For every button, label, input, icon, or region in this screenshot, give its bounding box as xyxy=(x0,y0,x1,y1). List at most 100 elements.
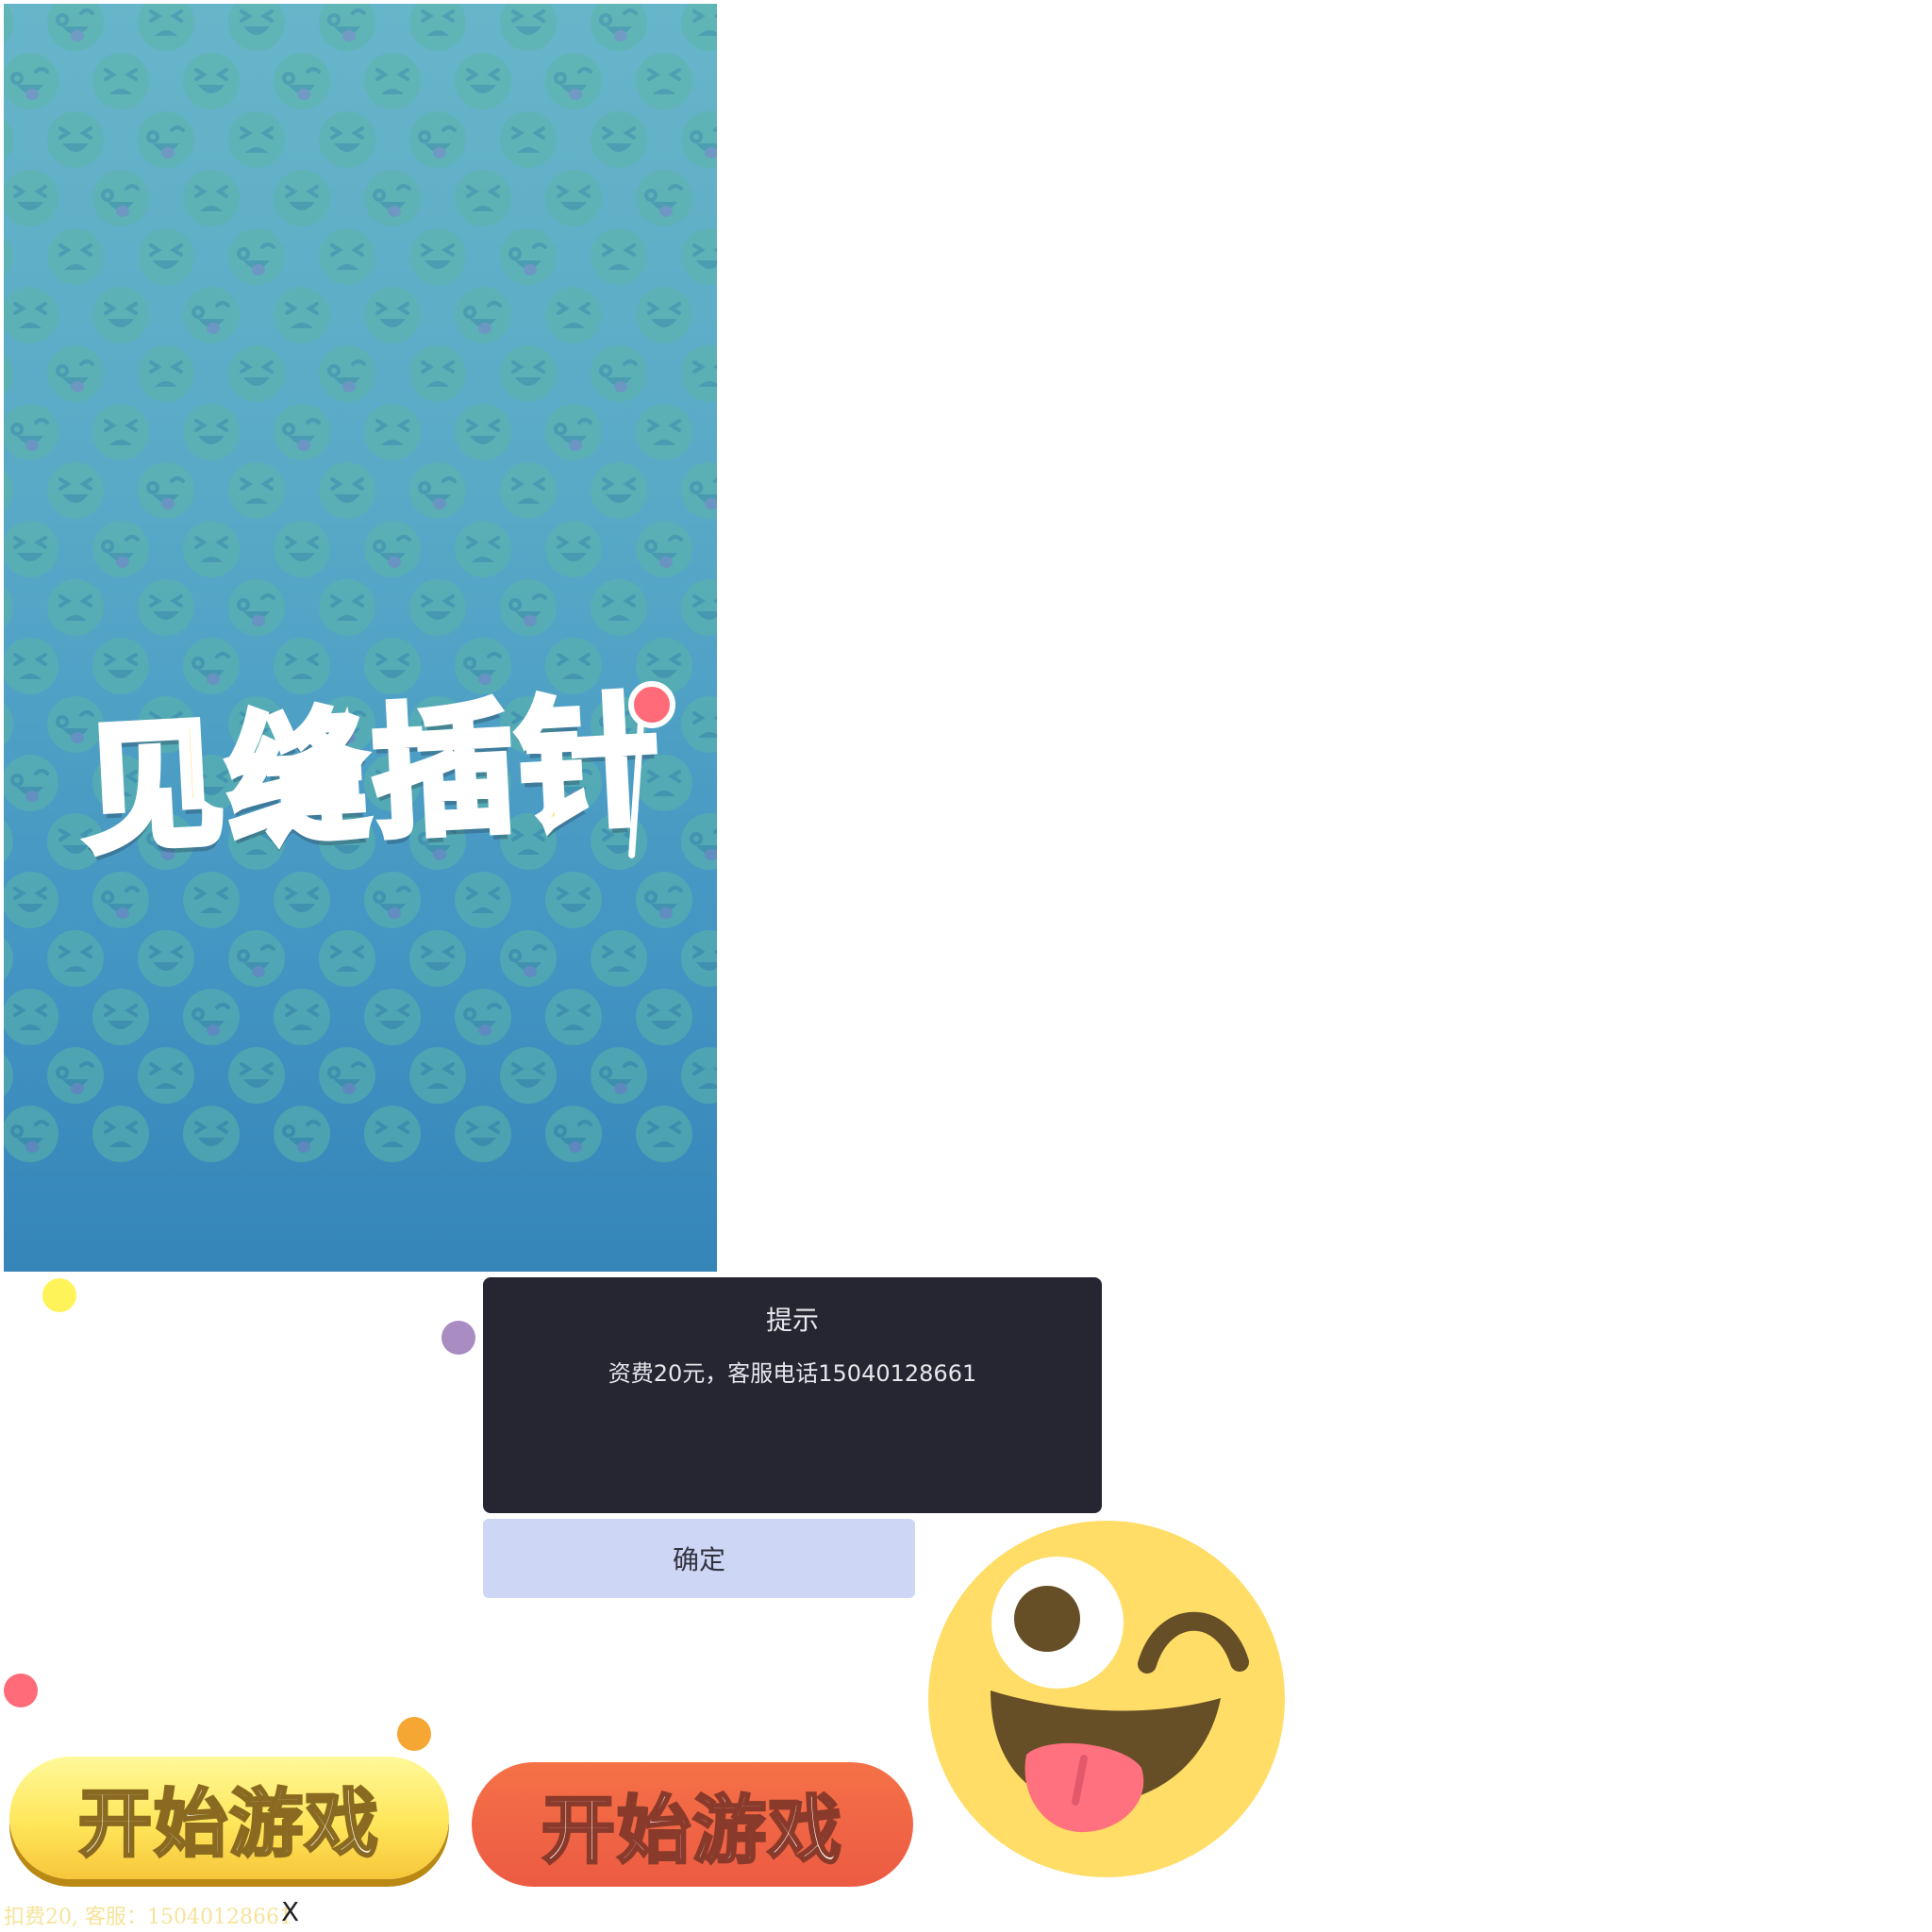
pattern-emoji-icon xyxy=(455,287,511,343)
pattern-emoji-icon xyxy=(183,521,240,577)
pattern-emoji-icon xyxy=(681,345,717,402)
red-dot xyxy=(4,1674,38,1707)
pattern-emoji-icon xyxy=(4,4,13,44)
pattern-emoji-icon xyxy=(455,872,511,928)
pattern-emoji-icon xyxy=(636,170,692,226)
pattern-emoji-icon xyxy=(274,170,330,226)
pattern-emoji-icon xyxy=(500,111,557,168)
pattern-emoji-icon xyxy=(636,53,692,109)
pattern-emoji-icon xyxy=(4,404,58,460)
pattern-emoji-icon xyxy=(500,228,557,285)
start-game-button-yellow[interactable]: 开始游戏 xyxy=(9,1757,449,1879)
pattern-emoji-icon xyxy=(319,228,375,285)
pattern-emoji-icon xyxy=(364,170,421,226)
pattern-emoji-icon xyxy=(228,345,285,402)
pattern-emoji-icon xyxy=(138,4,194,51)
confirm-button[interactable]: 确定 xyxy=(483,1519,915,1598)
pattern-emoji-icon xyxy=(455,989,511,1045)
notice-dialog: 提示 资费20元，客服电话15040128661 xyxy=(483,1277,1102,1513)
pattern-emoji-icon xyxy=(409,462,466,519)
pattern-emoji-icon xyxy=(183,53,240,109)
pattern-emoji-icon xyxy=(183,1106,240,1162)
pattern-emoji-icon xyxy=(636,521,692,577)
pattern-emoji-icon xyxy=(636,404,692,460)
pattern-emoji-icon xyxy=(4,1054,13,1097)
pattern-emoji-icon xyxy=(364,287,421,343)
pattern-emoji-icon xyxy=(545,170,602,226)
pattern-emoji-icon xyxy=(409,930,466,987)
pattern-emoji-icon xyxy=(92,287,149,343)
pattern-emoji-icon xyxy=(681,111,717,168)
pattern-emoji-icon xyxy=(4,118,13,161)
pattern-emoji-icon xyxy=(455,170,511,226)
pattern-emoji-icon xyxy=(545,404,602,460)
pattern-emoji-icon xyxy=(228,4,285,51)
winking-tongue-emoji-icon xyxy=(928,1521,1285,1877)
pattern-emoji-icon xyxy=(319,930,375,987)
pattern-emoji-icon xyxy=(409,345,466,402)
pattern-emoji-icon xyxy=(47,579,104,636)
pattern-emoji-icon xyxy=(455,521,511,577)
pattern-emoji-icon xyxy=(364,989,421,1045)
pattern-emoji-icon xyxy=(92,521,149,577)
pattern-emoji-icon xyxy=(545,1106,602,1162)
pattern-emoji-icon xyxy=(591,4,647,51)
pattern-emoji-icon xyxy=(4,820,13,863)
pattern-emoji-icon xyxy=(274,521,330,577)
pattern-emoji-icon xyxy=(364,53,421,109)
pattern-emoji-icon xyxy=(591,228,647,285)
pattern-emoji-icon xyxy=(591,462,647,519)
pattern-emoji-icon xyxy=(183,170,240,226)
pattern-emoji-icon xyxy=(228,930,285,987)
pattern-emoji-icon xyxy=(500,579,557,636)
pattern-emoji-icon xyxy=(591,111,647,168)
pattern-emoji-icon xyxy=(319,4,375,51)
yellow-dot xyxy=(42,1278,76,1312)
dialog-message: 资费20元，客服电话15040128661 xyxy=(608,1360,977,1387)
pattern-emoji-icon xyxy=(183,872,240,928)
pattern-emoji-icon xyxy=(591,930,647,987)
pattern-emoji-icon xyxy=(183,404,240,460)
pin-head-icon xyxy=(628,681,675,728)
pattern-emoji-icon xyxy=(4,352,13,395)
pattern-emoji-icon xyxy=(92,404,149,460)
pattern-emoji-icon xyxy=(591,579,647,636)
pattern-emoji-icon xyxy=(274,287,330,343)
pattern-emoji-icon xyxy=(274,989,330,1045)
pattern-emoji-icon xyxy=(47,930,104,987)
pattern-emoji-icon xyxy=(47,1047,104,1104)
pattern-emoji-icon xyxy=(228,462,285,519)
pattern-emoji-icon xyxy=(364,872,421,928)
pattern-emoji-icon xyxy=(274,404,330,460)
pattern-emoji-icon xyxy=(92,1106,149,1162)
pattern-emoji-icon xyxy=(500,462,557,519)
pattern-emoji-icon xyxy=(545,521,602,577)
pattern-emoji-icon xyxy=(4,989,58,1045)
start-game-button-red[interactable]: 开始游戏 xyxy=(472,1762,913,1887)
pattern-emoji-icon xyxy=(545,287,602,343)
pattern-emoji-icon xyxy=(636,1106,692,1162)
pattern-emoji-icon xyxy=(500,1047,557,1104)
pattern-emoji-icon xyxy=(4,53,58,109)
pattern-emoji-icon xyxy=(4,235,13,278)
close-button[interactable]: X xyxy=(281,1896,299,1927)
pattern-emoji-icon xyxy=(4,586,13,629)
dialog-title: 提示 xyxy=(765,1305,819,1336)
pattern-emoji-icon xyxy=(364,1106,421,1162)
pattern-emoji-icon xyxy=(183,989,240,1045)
orange-dot xyxy=(397,1717,431,1751)
pattern-emoji-icon xyxy=(228,1047,285,1104)
pattern-emoji-icon xyxy=(319,579,375,636)
pattern-emoji-icon xyxy=(47,111,104,168)
purple-dot xyxy=(441,1321,475,1355)
pattern-emoji-icon xyxy=(47,345,104,402)
pattern-emoji-icon xyxy=(500,4,557,51)
pattern-emoji-icon xyxy=(409,111,466,168)
pattern-emoji-icon xyxy=(92,989,149,1045)
pattern-emoji-icon xyxy=(681,930,717,987)
pattern-emoji-icon xyxy=(47,4,104,51)
pattern-emoji-icon xyxy=(591,345,647,402)
pattern-emoji-icon xyxy=(228,228,285,285)
pattern-emoji-icon xyxy=(228,579,285,636)
pattern-emoji-icon xyxy=(47,462,104,519)
